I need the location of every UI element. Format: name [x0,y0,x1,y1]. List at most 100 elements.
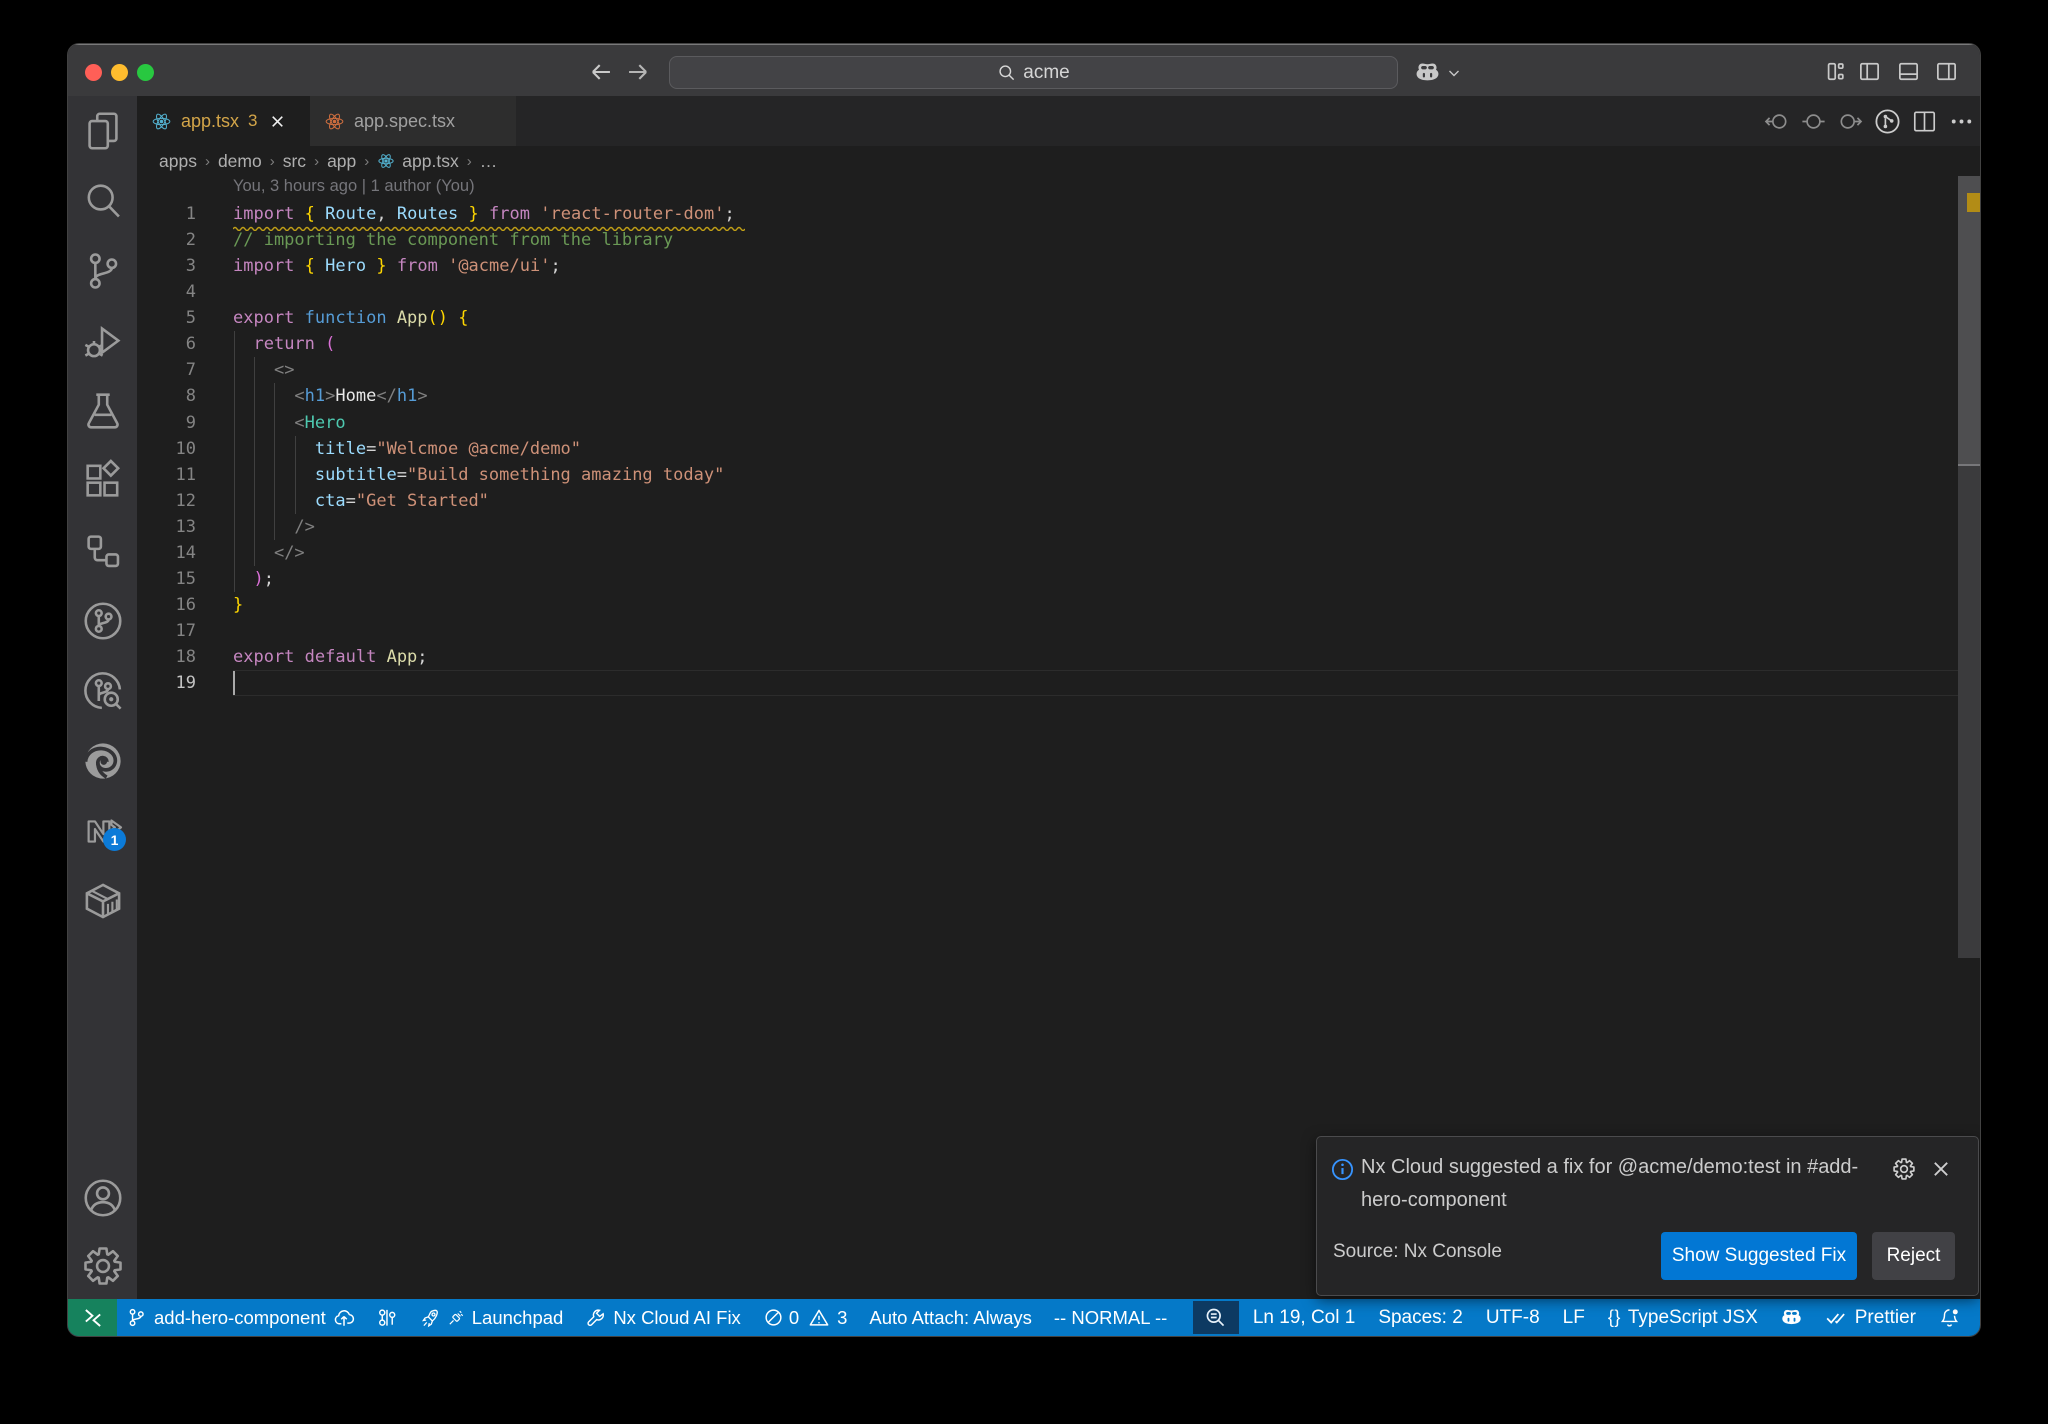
gitlens-annotate-icon[interactable] [1795,109,1832,134]
reject-button[interactable]: Reject [1872,1232,1955,1280]
code-line[interactable]: 18 export default App; [137,644,1980,670]
code-line[interactable]: 3 import { Hero } from '@acme/ui'; [137,253,1980,279]
problems-item[interactable]: 0 3 [763,1307,847,1329]
gitlens-forward-icon[interactable] [1832,109,1869,134]
gitlens-inspect-icon[interactable] [68,662,137,720]
code-line[interactable]: 12 cta="Get Started" [137,488,1980,514]
breadcrumb-item[interactable]: app [327,151,356,172]
prettier-item[interactable]: Prettier [1825,1306,1916,1329]
breadcrumb-item[interactable]: … [480,151,498,172]
breadcrumb-item[interactable]: app.tsx [402,151,458,172]
cursor-position-item[interactable]: Ln 19, Col 1 [1253,1307,1355,1329]
notification-settings-icon[interactable] [1891,1156,1917,1182]
tab-app-spec-tsx[interactable]: app.spec.tsx [310,96,517,146]
accounts-icon[interactable] [68,1169,137,1227]
code-line[interactable]: 7 <> [137,357,1980,383]
editor-group: app.tsx 3 app.spec.tsx apps › demo › src… [137,96,1980,1299]
search-sidebar-icon[interactable] [68,172,137,230]
commit-graph-icon[interactable] [1869,108,1906,135]
zoom-status-item[interactable] [1192,1301,1239,1334]
vim-mode-item[interactable]: -- NORMAL -- [1054,1307,1167,1329]
breadcrumb-item[interactable]: demo [218,151,262,172]
gitlens-icon[interactable] [68,592,137,650]
scrollbar-slider[interactable] [1958,176,1980,464]
gitlens-back-icon[interactable] [1758,109,1795,134]
minimize-window-button[interactable] [110,63,128,81]
navigate-forward-button[interactable] [625,59,651,85]
code-line[interactable]: 1 import { Route, Routes } from 'react-ro… [137,201,1980,227]
wrench-icon [587,1309,605,1326]
breadcrumb-item[interactable]: src [283,151,306,172]
edge-tools-icon[interactable] [68,732,137,790]
toggle-panel-icon[interactable] [1897,60,1920,83]
warnings-icon [809,1309,829,1326]
split-editor-icon[interactable] [1906,109,1943,134]
nx-console-icon[interactable]: 1 [68,802,137,860]
more-actions-icon[interactable] [1943,109,1980,134]
chevron-down-icon[interactable] [1446,65,1462,81]
line-number: 8 [185,386,196,407]
toggle-primary-sidebar-icon[interactable] [1858,60,1881,83]
code-line[interactable]: 11 subtitle="Build something amazing tod… [137,462,1980,488]
indentation-item[interactable]: Spaces: 2 [1378,1307,1463,1329]
auto-attach-item[interactable]: Auto Attach: Always [869,1307,1031,1329]
show-suggested-fix-button[interactable]: Show Suggested Fix [1661,1232,1857,1280]
code-line[interactable]: 13 /> [137,514,1980,540]
containers-icon[interactable] [68,872,137,930]
settings-gear-icon[interactable] [68,1237,137,1295]
tab-app-tsx[interactable]: app.tsx 3 [137,96,310,146]
maximize-window-button[interactable] [136,63,154,81]
language-mode-item[interactable]: {} TypeScript JSX [1608,1307,1758,1329]
git-compare-item[interactable] [377,1307,398,1328]
line-number: 16 [175,594,196,615]
git-branch-item[interactable]: add-hero-component [126,1307,355,1329]
git-blame-annotation[interactable]: You, 3 hours ago | 1 author (You) [233,177,475,196]
extensions-icon[interactable] [68,451,137,509]
source-control-icon[interactable] [68,242,137,300]
code-line[interactable]: 10 title="Welcmoe @acme/demo" [137,436,1980,462]
encoding-item[interactable]: UTF-8 [1486,1307,1540,1329]
tab-close-icon[interactable] [269,113,286,130]
code-token: Route [325,204,377,224]
project-graph-icon[interactable] [68,522,137,580]
line-number: 13 [175,516,196,537]
code-line[interactable]: 4 [137,279,1980,305]
copilot-status-item[interactable] [1781,1307,1802,1328]
customize-layout-icon[interactable] [1824,60,1847,83]
copilot-icon[interactable] [1415,60,1440,85]
code-token: return [253,334,315,355]
navigate-back-button[interactable] [588,59,614,85]
code-line[interactable]: 17 [137,618,1980,644]
line-number: 7 [185,360,196,381]
notification-close-icon[interactable] [1930,1158,1952,1180]
command-center-search[interactable]: acme [669,56,1398,89]
nx-cloud-fix-item[interactable]: Nx Cloud AI Fix [585,1307,741,1329]
notifications-bell-item[interactable] [1939,1307,1960,1328]
chevron-right-icon: › [314,152,320,170]
launchpad-item[interactable]: Launchpad [420,1307,563,1329]
code-token: <> [273,360,295,381]
scrollbar-track[interactable] [1958,464,1980,958]
code-line[interactable]: 9 <Hero [137,410,1980,436]
code-line[interactable]: 16} [137,592,1980,618]
testing-icon[interactable] [68,382,137,440]
breadcrumb-item[interactable]: apps [159,151,197,172]
code-editor[interactable]: You, 3 hours ago | 1 author (You) 1 impor… [137,176,1980,1299]
code-line[interactable]: 5 export function App() { [137,305,1980,331]
code-token: > [417,386,428,407]
explorer-icon[interactable] [68,102,137,160]
code-token: import [233,204,295,224]
line-number: 18 [175,647,196,668]
code-line[interactable]: 8 <h1>Home</h1> [137,383,1980,409]
toggle-secondary-sidebar-icon[interactable] [1935,60,1958,83]
close-window-button[interactable] [84,63,102,81]
run-debug-icon[interactable] [68,312,137,370]
eol-item[interactable]: LF [1563,1307,1585,1329]
git-compare-icon [378,1309,396,1326]
double-check-icon [1826,1313,1845,1324]
code-line[interactable]: 14 </> [137,540,1980,566]
code-line[interactable]: 15 ); [137,566,1980,592]
remote-indicator[interactable] [68,1299,117,1336]
code-line[interactable]: 6 return ( [137,331,1980,357]
